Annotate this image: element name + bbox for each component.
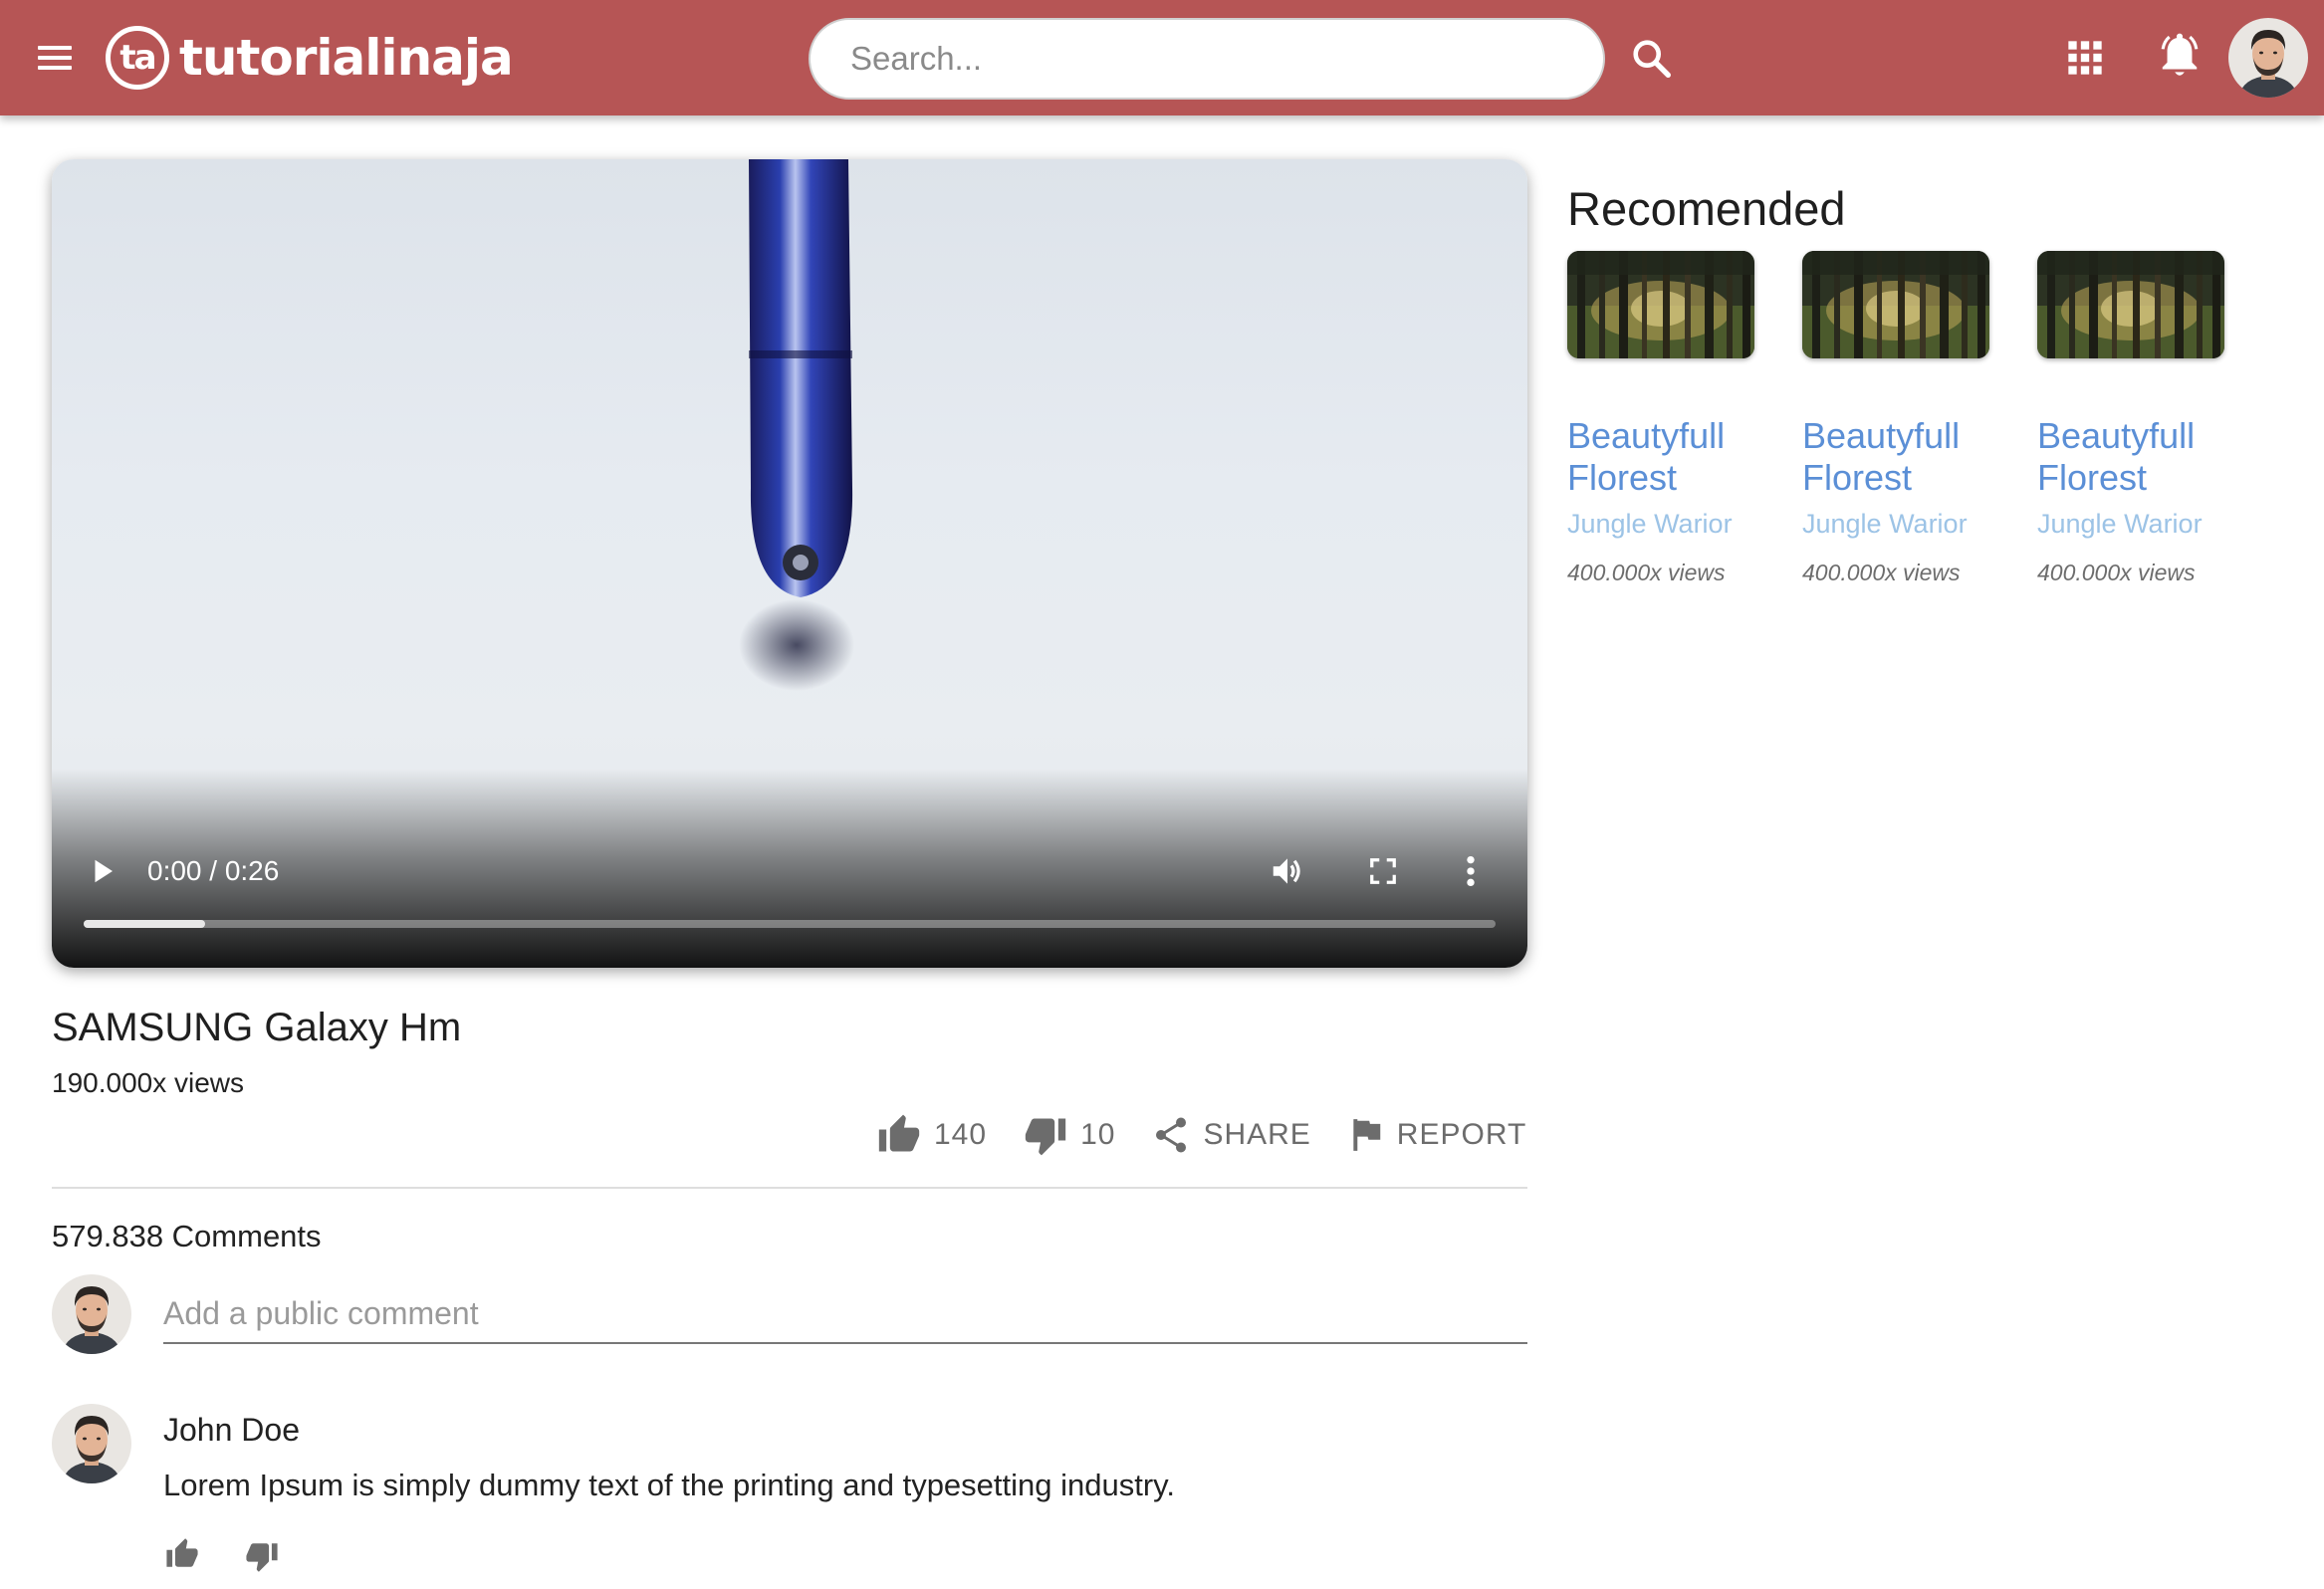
recommended-video-title[interactable]: Beautyfull Florest [2037,415,2226,499]
comment-author[interactable]: John Doe [163,1412,300,1449]
search-input[interactable] [809,18,1605,100]
video-actions: 140 10 SHARE REPORT [876,1107,1526,1163]
flag-icon [1353,1119,1381,1151]
logo-text: tutorialinaja [179,29,514,87]
recommended-title: Recomended [1567,182,1846,235]
recommended-card[interactable]: Beautyfull Florest Jungle Warior 400.000… [1567,251,1756,586]
recommended-thumbnail[interactable] [2037,251,2224,358]
user-avatar[interactable] [2228,18,2308,98]
comment-input[interactable] [163,1284,1527,1344]
section-divider [52,1187,1527,1189]
comment-thumb-up-icon[interactable] [165,1537,199,1571]
recommended-card[interactable]: Beautyfull Florest Jungle Warior 400.000… [2037,251,2226,586]
logo-mark: ta [106,26,169,90]
like-button[interactable]: 140 [876,1113,987,1157]
dislike-count: 10 [1080,1118,1116,1151]
video-player[interactable]: 0:00 / 0:26 [52,159,1527,968]
brand-logo[interactable]: ta tutorialinaja [106,24,514,92]
play-icon[interactable] [88,856,117,886]
thumb-down-icon [1025,1118,1066,1156]
recommended-thumbnail[interactable] [1802,251,1989,358]
recommended-views: 400.000x views [2037,560,2196,585]
comment-thumb-down-icon[interactable] [245,1539,279,1573]
recommended-card[interactable]: Beautyfull Florest Jungle Warior 400.000… [1802,251,1991,586]
comment-author-avatar[interactable] [52,1404,131,1483]
volume-icon[interactable] [1269,852,1306,890]
video-time: 0:00 / 0:26 [147,855,280,886]
like-count: 140 [934,1118,988,1151]
report-label: REPORT [1396,1118,1527,1151]
recommended-video-title[interactable]: Beautyfull Florest [1802,415,1991,499]
recommended-views: 400.000x views [1567,560,1726,585]
recommended-channel[interactable]: Jungle Warior [1802,509,1991,540]
share-label: SHARE [1203,1118,1311,1151]
thumb-up-icon [878,1114,920,1152]
current-user-avatar [52,1274,131,1354]
more-vert-icon[interactable] [1462,854,1480,888]
comments-count: 579.838 Comments [52,1219,322,1253]
video-progress-fill [84,920,205,928]
recommended-video-title[interactable]: Beautyfull Florest [1567,415,1756,499]
bell-icon[interactable] [2157,32,2203,82]
share-button[interactable]: SHARE [1151,1114,1310,1156]
top-app-bar: ta tutorialinaja [0,0,2324,115]
recommended-thumbnail[interactable] [1567,251,1754,358]
recommended-views: 400.000x views [1802,560,1961,585]
dislike-button[interactable]: 10 [1023,1113,1115,1157]
menu-icon[interactable] [34,40,78,76]
report-button[interactable]: REPORT [1347,1115,1526,1155]
recommended-channel[interactable]: Jungle Warior [2037,509,2226,540]
video-views: 190.000x views [52,1067,245,1098]
share-icon [1156,1117,1187,1153]
recommended-channel[interactable]: Jungle Warior [1567,509,1756,540]
video-progress-bar[interactable] [84,920,1496,928]
video-title: SAMSUNG Galaxy Hm [52,1006,462,1049]
comment-text: Lorem Ipsum is simply dummy text of the … [163,1468,1175,1502]
fullscreen-icon[interactable] [1368,856,1398,886]
search-icon[interactable] [1629,36,1675,82]
apps-grid-icon[interactable] [2065,38,2105,78]
